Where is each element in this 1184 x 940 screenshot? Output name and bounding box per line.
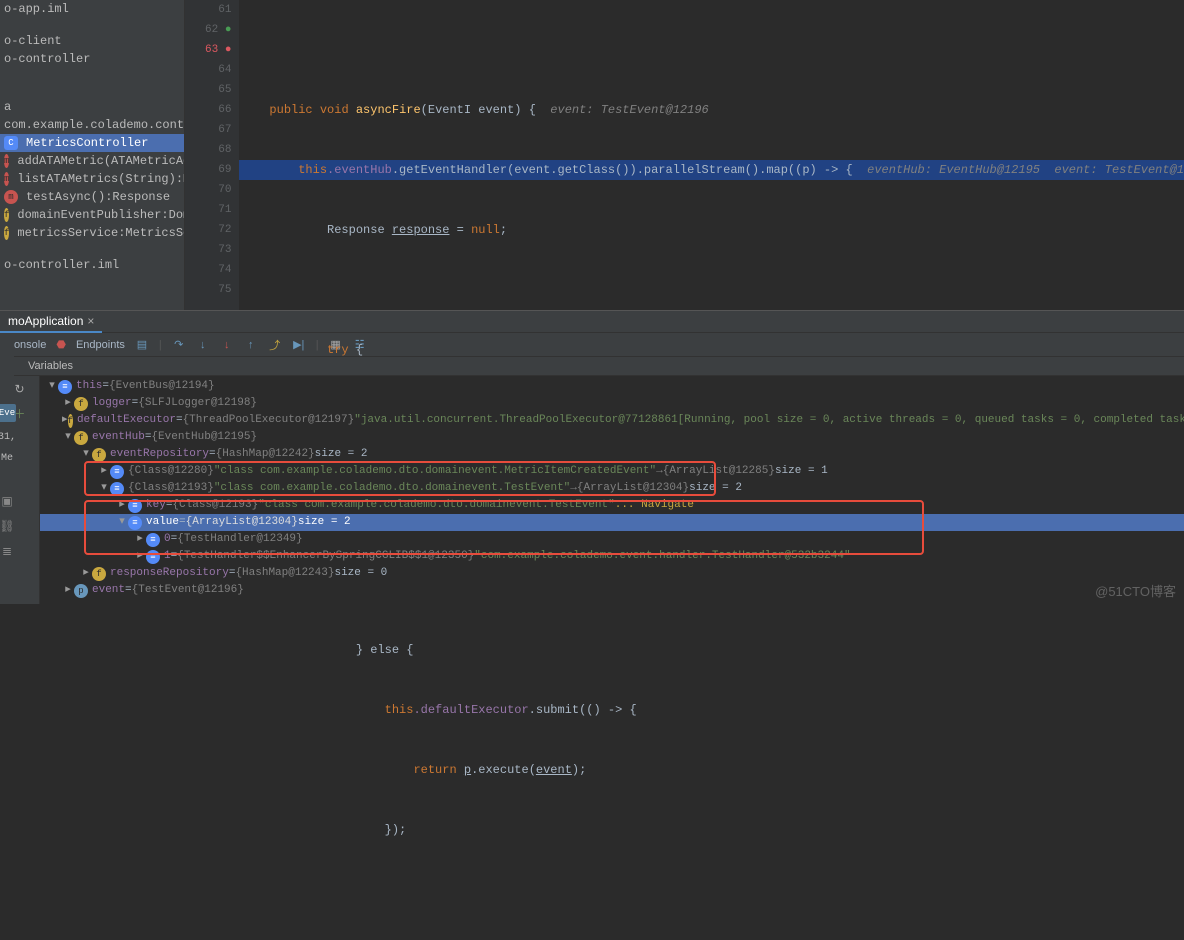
close-icon[interactable]: × (87, 314, 94, 328)
entry-icon: ≡ (128, 516, 142, 530)
field-icon: f (92, 567, 106, 581)
code-line-current: this.eventHub.getEventHandler(event.getC… (239, 160, 1184, 180)
method-icon: m (4, 172, 9, 186)
sidebar-item-selected[interactable]: CMetricsController (0, 134, 184, 152)
field-icon: f (68, 414, 73, 428)
force-step-into-icon[interactable]: ↓ (220, 338, 234, 352)
debug-tab[interactable]: moApplication × (0, 311, 102, 333)
entry-icon: ≡ (128, 499, 142, 513)
structure-sidebar[interactable]: o-app.iml o-client o-controller a com.ex… (0, 0, 185, 310)
var-node-selected[interactable]: ▾≡value = {ArrayList@12304} size = 2 (40, 514, 1184, 531)
sidebar-item[interactable]: o-client (0, 32, 184, 50)
step-over-icon[interactable]: ↷ (172, 338, 186, 352)
side-label: 31, (0, 432, 16, 443)
var-node[interactable]: ▸≡key = {Class@12193} "class com.example… (40, 497, 1184, 514)
var-node[interactable]: ▸≡1 = {TestHandler$$EnhancerBySpringCGLI… (40, 548, 1184, 565)
var-node[interactable]: ▸fdefaultExecutor = {ThreadPoolExecutor@… (40, 412, 1184, 429)
line-number: 62 ● (185, 20, 232, 40)
entry-icon: ≡ (146, 533, 160, 547)
sidebar-field[interactable]: fdomainEventPublisher:DomainE (0, 206, 184, 224)
code-line: try { (239, 340, 1184, 360)
field-icon: f (74, 397, 88, 411)
bookmark-icon[interactable]: ▣ (1, 494, 12, 509)
layout-icon[interactable]: ▤ (135, 338, 149, 352)
endpoints-tab[interactable]: Endpoints (76, 339, 125, 351)
breakpoint-line[interactable]: 63 ● (185, 40, 232, 60)
var-node[interactable]: ▾feventRepository = {HashMap@12242} size… (40, 446, 1184, 463)
field-icon: f (92, 448, 106, 462)
class-icon: C (4, 136, 18, 150)
side-button[interactable]: Eve (0, 404, 16, 422)
var-node[interactable]: ▾feventHub = {EventHub@12195} (40, 429, 1184, 446)
code-line: this.defaultExecutor.submit(() -> { (239, 700, 1184, 720)
code-line: Response response = null; (239, 220, 1184, 240)
var-node[interactable]: ▸pevent = {TestEvent@12196} (40, 582, 1184, 599)
var-node[interactable]: ▸≡{Class@12280} "class com.example.colad… (40, 463, 1184, 480)
field-icon: f (4, 226, 9, 240)
sidebar-item[interactable]: a (0, 98, 184, 116)
sidebar-item[interactable]: com.example.colademo.controller (0, 116, 184, 134)
editor-gutter[interactable]: 61 62 ● 63 ● 64 65 66 67 68 69 70 71 72 … (185, 0, 240, 310)
entry-icon: ≡ (110, 465, 124, 479)
variables-tree[interactable]: ▾≡this = {EventBus@12194} ▸flogger = {SL… (40, 376, 1184, 601)
field-icon: f (74, 431, 88, 445)
sidebar-method[interactable]: mtestAsync():Response (0, 188, 184, 206)
sidebar-item[interactable]: o-controller.iml (0, 256, 184, 274)
debug-vertical-toolbar[interactable]: Eve 31, Me ▣ ⛓ ≣ (0, 334, 14, 604)
sidebar-field[interactable]: fmetricsService:MetricsServiceI (0, 224, 184, 242)
sidebar-method[interactable]: maddATAMetric(ATAMetricAddCo (0, 152, 184, 170)
sidebar-item[interactable]: o-controller (0, 50, 184, 68)
code-line: return p.execute(event); (239, 760, 1184, 780)
field-icon: f (4, 208, 9, 222)
sidebar-method[interactable]: mlistATAMetrics(String):MultiRes (0, 170, 184, 188)
entry-icon: ≡ (110, 482, 124, 496)
obj-icon: ≡ (58, 380, 72, 394)
code-editor[interactable]: public void asyncFire(EventI event) { ev… (239, 0, 1184, 310)
method-icon: m (4, 190, 18, 204)
endpoints-icon: ⬣ (56, 338, 66, 351)
entry-icon: ≡ (146, 550, 160, 564)
step-into-icon[interactable]: ↓ (196, 338, 210, 352)
db-icon[interactable]: ≣ (2, 544, 12, 559)
var-node[interactable]: ▾≡{Class@12193} "class com.example.colad… (40, 480, 1184, 497)
code-line: } else { (239, 640, 1184, 660)
code-line: public void asyncFire(EventI event) { ev… (239, 100, 1184, 120)
var-node[interactable]: ▾≡this = {EventBus@12194} (40, 378, 1184, 395)
param-icon: p (74, 584, 88, 598)
side-label: Me (1, 453, 13, 464)
sidebar-item[interactable]: o-app.iml (0, 0, 184, 18)
var-node[interactable]: ▸≡0 = {TestHandler@12349} (40, 531, 1184, 548)
code-line: }); (239, 820, 1184, 840)
var-node[interactable]: ▸flogger = {SLFJLogger@12198} (40, 395, 1184, 412)
watermark: @51CTO博客 (1095, 581, 1176, 600)
link-icon[interactable]: ⛓ (0, 519, 15, 534)
var-node[interactable]: ▸fresponseRepository = {HashMap@12243} s… (40, 565, 1184, 582)
method-icon: m (4, 154, 9, 168)
